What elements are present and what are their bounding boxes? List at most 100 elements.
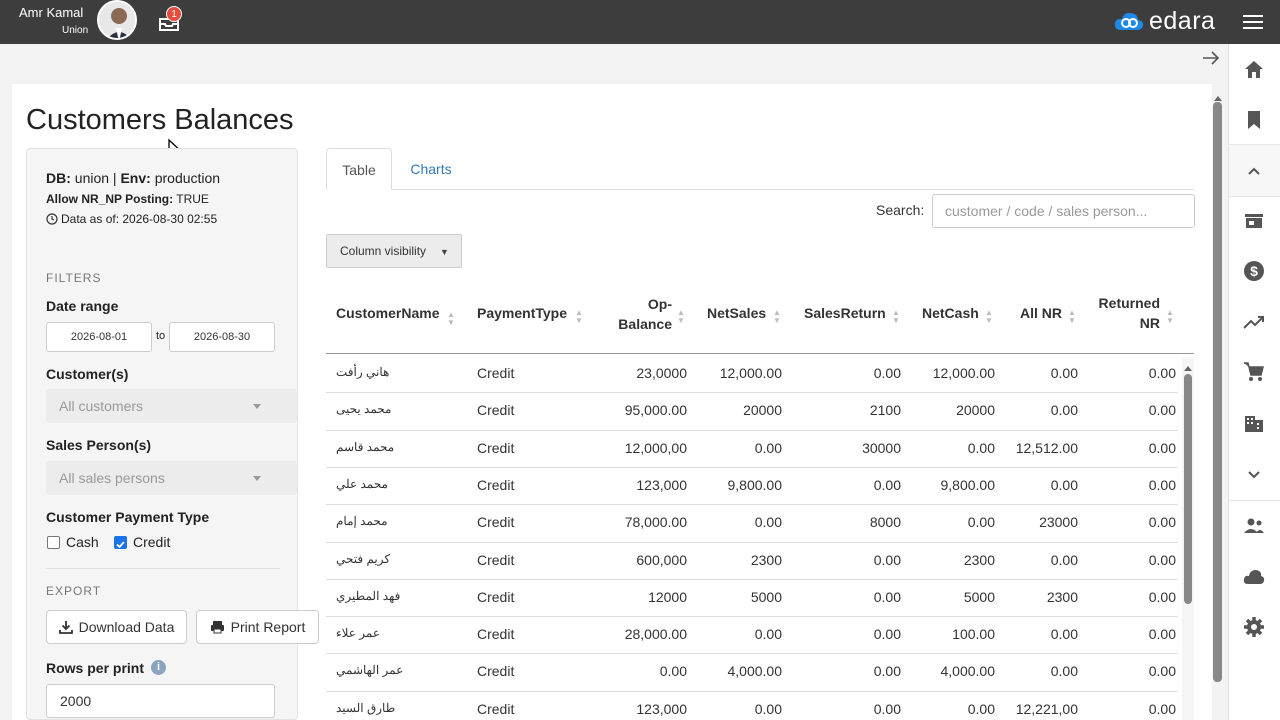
print-report-button[interactable]: Print Report <box>196 610 319 644</box>
cell-net-cash: 100.00 <box>952 626 995 643</box>
sort-icon[interactable]: ▲ ▼ <box>1166 309 1174 325</box>
top-bar: Amr Kamal Union 1 edara <box>0 0 1280 44</box>
header-customer-name[interactable]: CustomerName <box>336 303 439 323</box>
cell-net-sales: 2300 <box>750 551 782 568</box>
sort-icon[interactable]: ▲ ▼ <box>892 309 900 325</box>
info-icon[interactable]: i <box>151 660 166 675</box>
cash-checkbox[interactable] <box>47 536 60 549</box>
header-returned-nr[interactable]: Returned NR <box>1096 293 1160 333</box>
date-from-input[interactable]: 2026-08-01 <box>46 322 152 352</box>
sort-icon[interactable]: ▲ ▼ <box>575 309 583 325</box>
avatar[interactable] <box>97 0 137 40</box>
customers-label: Customer(s) <box>46 366 129 382</box>
cell-customer-name: محمد إمام <box>336 514 388 529</box>
header-all-nr[interactable]: All NR <box>1020 303 1062 323</box>
building-icon[interactable] <box>1242 411 1266 435</box>
cell-customer-name: طارق السيد <box>336 700 396 715</box>
brand-name: edara <box>1149 6 1216 35</box>
table-scrollbar-thumb[interactable] <box>1184 374 1192 604</box>
cell-all-nr: 0.00 <box>1050 551 1078 568</box>
sales-person-label: Sales Person(s) <box>46 437 152 453</box>
cell-sales-return: 0.00 <box>873 663 901 680</box>
chevron-down-icon[interactable] <box>1242 462 1266 486</box>
page-scrollbar-thumb[interactable] <box>1213 102 1222 682</box>
cell-payment-type: Credit <box>477 365 515 381</box>
download-data-button[interactable]: Download Data <box>46 610 187 644</box>
credit-checkbox[interactable] <box>114 536 127 549</box>
cell-all-nr: 0.00 <box>1050 626 1078 643</box>
cell-payment-type: Credit <box>477 514 515 531</box>
scroll-up-icon[interactable] <box>1183 359 1193 371</box>
cell-all-nr: 0.00 <box>1050 365 1078 381</box>
date-to-input[interactable]: 2026-08-30 <box>169 322 275 352</box>
download-icon <box>58 621 73 634</box>
user-name[interactable]: Amr Kamal <box>19 5 83 20</box>
search-input[interactable]: customer / code / sales person... <box>932 194 1195 228</box>
cell-net-cash: 2300 <box>963 551 995 568</box>
cash-label: Cash <box>66 534 99 550</box>
date-separator: to <box>156 330 166 342</box>
dollar-icon[interactable]: $ <box>1242 259 1266 283</box>
date-range-label: Date range <box>46 298 119 314</box>
chevron-up-icon[interactable] <box>1242 159 1266 183</box>
cell-net-sales: 20000 <box>743 402 782 419</box>
header-op-balance[interactable]: Op- Balance <box>612 294 672 334</box>
cell-sales-return: 30000 <box>862 439 901 456</box>
dropdown-caret-icon <box>253 404 261 409</box>
cell-returned-nr: 0.00 <box>1148 551 1176 568</box>
printer-icon <box>210 621 224 634</box>
cell-payment-type: Credit <box>477 551 515 568</box>
sort-icon[interactable]: ▲ ▼ <box>1068 309 1076 325</box>
cell-op-balance: 23,0000 <box>636 365 687 381</box>
scroll-up-icon[interactable] <box>1213 89 1223 101</box>
home-icon[interactable] <box>1242 58 1266 82</box>
cell-net-cash: 12,000.00 <box>932 365 995 381</box>
sort-icon[interactable]: ▲ ▼ <box>985 309 993 325</box>
cell-customer-name: عمر الهاشمي <box>336 663 404 678</box>
cell-customer-name: عمر علاء <box>336 626 381 641</box>
cell-returned-nr: 0.00 <box>1148 700 1176 717</box>
cell-net-cash: 4,000.00 <box>940 663 996 680</box>
cell-returned-nr: 0.00 <box>1148 365 1176 381</box>
sales-person-select[interactable]: All sales persons <box>46 461 297 495</box>
header-net-cash[interactable]: NetCash <box>922 303 979 323</box>
bookmark-icon[interactable] <box>1242 108 1266 132</box>
cell-customer-name: محمد يحيى <box>336 402 392 417</box>
cart-icon[interactable] <box>1242 360 1266 384</box>
cell-returned-nr: 0.00 <box>1148 663 1176 680</box>
hamburger-menu-icon[interactable] <box>1242 12 1264 32</box>
allow-posting-info: Allow NR_NP Posting: TRUE <box>46 192 209 206</box>
cell-payment-type: Credit <box>477 476 515 493</box>
brand-logo[interactable]: edara <box>1113 6 1215 36</box>
db-env-info: DB: union | Env: production <box>46 170 221 186</box>
cell-returned-nr: 0.00 <box>1148 402 1176 419</box>
tab-table[interactable]: Table <box>326 148 392 190</box>
store-icon[interactable] <box>1242 209 1266 233</box>
people-icon[interactable] <box>1242 514 1266 538</box>
trending-up-icon[interactable] <box>1242 310 1266 334</box>
cell-net-sales: 5000 <box>750 588 782 605</box>
sort-icon[interactable]: ▲ ▼ <box>773 309 781 325</box>
right-sidebar: $ <box>1228 44 1280 720</box>
filters-section-heading: FILTERS <box>46 271 102 285</box>
cell-sales-return: 0.00 <box>873 476 901 493</box>
cell-sales-return: 2100 <box>869 402 901 419</box>
arrow-right-icon[interactable] <box>1200 48 1222 68</box>
cell-op-balance: 600,000 <box>636 551 687 568</box>
sort-icon[interactable]: ▲ ▼ <box>677 309 685 325</box>
sort-icon[interactable]: ▲ ▼ <box>447 311 455 327</box>
cell-all-nr: 12,221,00 <box>1015 700 1078 717</box>
settings-icon[interactable] <box>1242 615 1266 639</box>
notification-badge: 1 <box>166 6 182 22</box>
header-payment-type[interactable]: PaymentType <box>477 303 567 323</box>
cell-customer-name: كريم فتحي <box>336 551 391 566</box>
header-sales-return[interactable]: SalesReturn <box>804 303 886 323</box>
cell-net-sales: 0.00 <box>754 626 782 643</box>
rows-per-print-input[interactable]: 2000 <box>46 684 275 718</box>
cell-returned-nr: 0.00 <box>1148 514 1176 531</box>
customers-select[interactable]: All customers <box>46 389 297 423</box>
tab-charts[interactable]: Charts <box>394 148 468 190</box>
header-net-sales[interactable]: NetSales <box>707 303 766 323</box>
cell-net-sales: 0.00 <box>754 700 782 717</box>
cloud-icon[interactable] <box>1242 565 1266 589</box>
